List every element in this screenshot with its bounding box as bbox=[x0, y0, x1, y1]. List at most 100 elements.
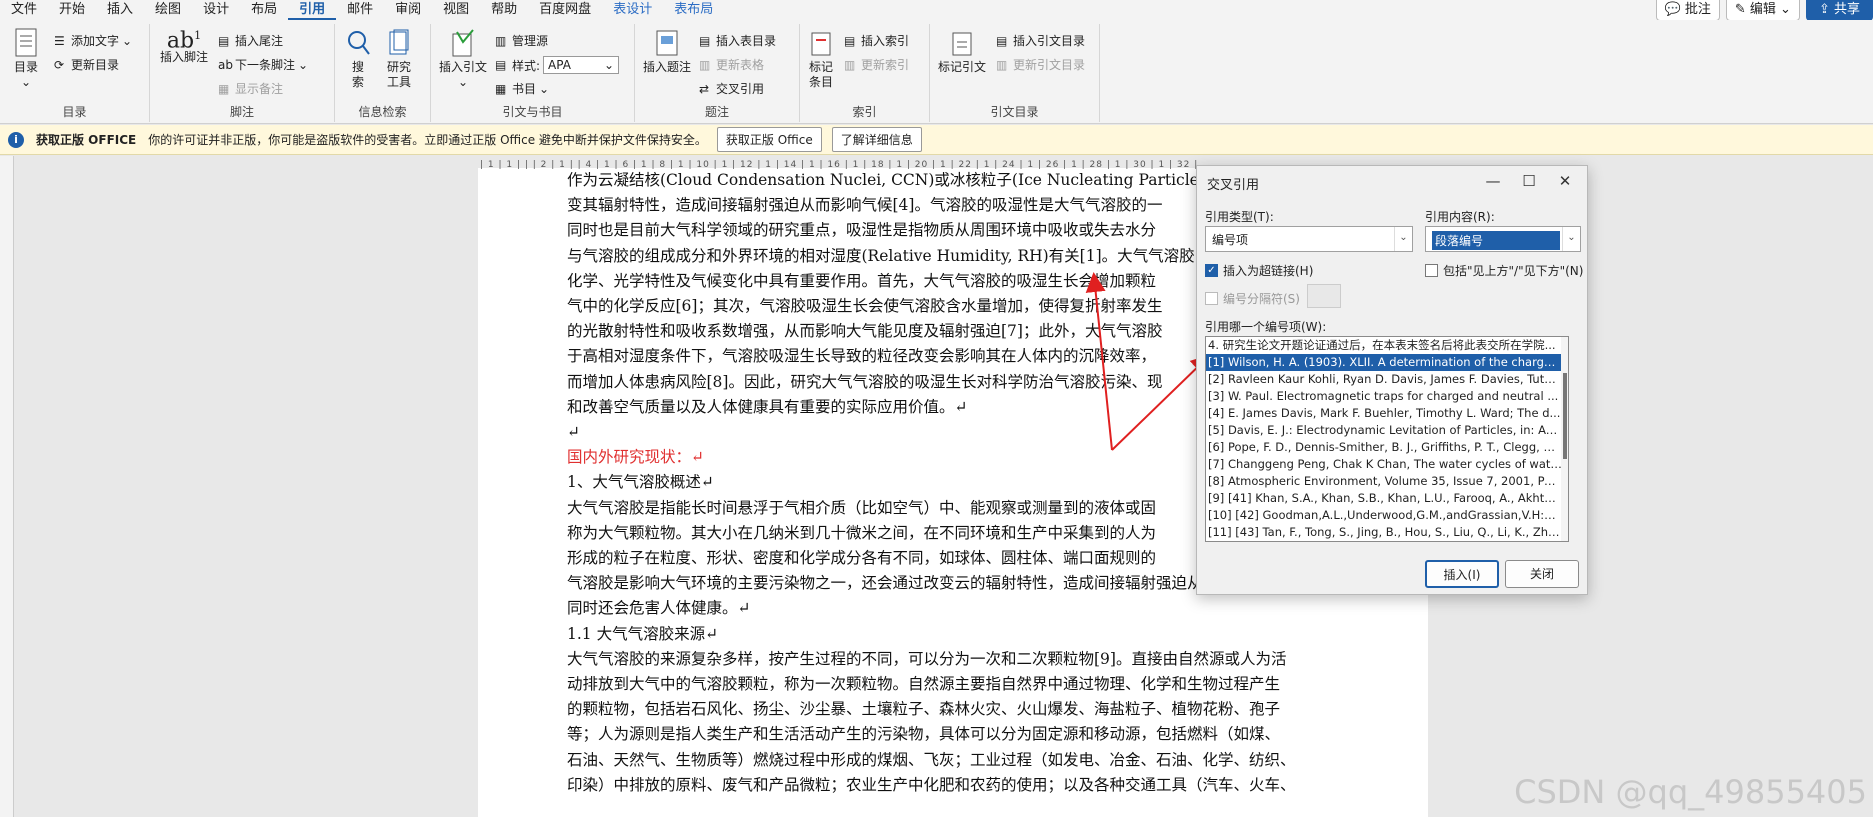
update-table-icon: ▥ bbox=[699, 57, 711, 72]
menu-right-actions: 💬 批注 ✎ 编辑 ⌄ ⇪ 共享 bbox=[1655, 0, 1873, 21]
menu-review[interactable]: 审阅 bbox=[384, 0, 432, 20]
list-item[interactable]: [11] [43] Tan, F., Tong, S., Jing, B., H… bbox=[1206, 524, 1562, 541]
minimize-icon[interactable]: — bbox=[1479, 170, 1507, 192]
menu-draw[interactable]: 绘图 bbox=[144, 0, 192, 20]
list-item[interactable]: [4] E. James Davis, Mark F. Buehler, Tim… bbox=[1206, 405, 1562, 422]
insert-caption-icon bbox=[656, 30, 678, 56]
insert-endnote-button[interactable]: ▤ 插入尾注 bbox=[218, 32, 283, 49]
learn-more-button[interactable]: 了解详细信息 bbox=[831, 127, 922, 152]
list-item-selected[interactable]: [1] Wilson, H. A. (1903). XLII. A determ… bbox=[1206, 354, 1562, 371]
toc-button[interactable]: 目录 ⌄ bbox=[8, 28, 44, 90]
add-text-button[interactable]: ☰ 添加文字 ⌄ bbox=[54, 32, 132, 49]
manage-sources-button[interactable]: ▥ 管理源 bbox=[495, 32, 548, 49]
menu-view[interactable]: 视图 bbox=[432, 0, 480, 20]
chevron-down-icon: ⌄ bbox=[1562, 227, 1580, 251]
menu-table-layout[interactable]: 表布局 bbox=[663, 0, 724, 20]
menu-mailings[interactable]: 邮件 bbox=[336, 0, 384, 20]
update-toa-button[interactable]: ▥ 更新引文目录 bbox=[996, 56, 1085, 73]
list-item[interactable]: [8] Atmospheric Environment, Volume 35, … bbox=[1206, 473, 1562, 490]
menu-baidu-netdisk[interactable]: 百度网盘 bbox=[528, 0, 602, 20]
search-icon bbox=[348, 31, 370, 55]
mark-citation-label: 标记引文 bbox=[937, 60, 986, 74]
researcher-button[interactable]: 研究工具 bbox=[379, 28, 419, 90]
insert-index-button[interactable]: ▤ 插入索引 bbox=[844, 32, 909, 49]
doc-line: 1.1 大气气溶胶来源↵ bbox=[567, 624, 719, 643]
list-item[interactable]: [5] Davis, E. J.: Electrodynamic Levitat… bbox=[1206, 422, 1562, 439]
close-icon[interactable]: ✕ bbox=[1551, 170, 1579, 192]
menu-references[interactable]: 引用 bbox=[288, 0, 337, 20]
menu-file[interactable]: 文件 bbox=[0, 0, 48, 20]
refresh-icon: ⟳ bbox=[54, 57, 65, 72]
menu-table-design[interactable]: 表设计 bbox=[602, 0, 663, 20]
group-toc: 目录 ⌄ ☰ 添加文字 ⌄ ⟳ 更新目录 目录 bbox=[0, 24, 150, 122]
doc-line: 石油、天然气、生物质等）燃烧过程中形成的煤烟、飞灰；工业过程（如发电、冶金、石油… bbox=[567, 750, 1296, 769]
mark-entry-button[interactable]: 标记条目 bbox=[804, 28, 838, 90]
update-table-label: 更新表格 bbox=[716, 58, 765, 72]
next-footnote-button[interactable]: ab 下一条脚注 ⌄ bbox=[218, 56, 308, 73]
cross-reference-icon: ⇄ bbox=[699, 81, 710, 96]
insert-caption-button[interactable]: 插入题注 bbox=[641, 28, 693, 75]
insert-citation-button[interactable]: 插入引文 ⌄ bbox=[437, 28, 489, 90]
ref-content-label: 引用内容(R): bbox=[1425, 210, 1495, 224]
list-scrollbar[interactable] bbox=[1561, 337, 1568, 541]
list-item[interactable]: [7] Changgeng Peng, Chak K Chan, The wat… bbox=[1206, 456, 1562, 473]
list-item[interactable]: [3] W. Paul. Electromagnetic traps for c… bbox=[1206, 388, 1562, 405]
search-button[interactable]: 搜索 bbox=[341, 28, 375, 90]
insert-footnote-button[interactable]: ab1 插入脚注 bbox=[158, 28, 210, 65]
bibliography-button[interactable]: ▦ 书目 ⌄ bbox=[495, 80, 549, 97]
editing-label: 编辑 bbox=[1749, 2, 1776, 17]
group-label-authorities: 引文目录 bbox=[990, 105, 1039, 119]
update-toc-button[interactable]: ⟳ 更新目录 bbox=[54, 56, 119, 73]
separate-numbers-checkbox[interactable]: 编号分隔符(S) bbox=[1205, 290, 1300, 307]
mark-citation-button[interactable]: 标记引文 bbox=[936, 28, 988, 75]
style-value: APA bbox=[548, 58, 571, 72]
editing-button[interactable]: ✎ 编辑 ⌄ bbox=[1725, 0, 1800, 21]
doc-line: 的颗粒物，包括岩石风化、扬尘、沙尘暴、土壤粒子、森林火灾、火山爆发、海盐粒子、植… bbox=[567, 700, 1281, 719]
menu-layout[interactable]: 布局 bbox=[240, 0, 288, 20]
add-text-icon: ☰ bbox=[54, 33, 65, 48]
doc-line: 大气气溶胶的来源复杂多样，按产生过程的不同，可以分为一次和二次颗粒物[9]。直接… bbox=[567, 649, 1287, 668]
chevron-down-icon: ⌄ bbox=[20, 75, 32, 89]
group-footnotes: ab1 插入脚注 ▤ 插入尾注 ab 下一条脚注 ⌄ ▦ 显示备注 脚注 bbox=[150, 24, 335, 122]
update-index-icon: ▥ bbox=[844, 57, 856, 72]
cross-reference-button[interactable]: ⇄ 交叉引用 bbox=[699, 80, 764, 97]
menu-insert[interactable]: 插入 bbox=[96, 0, 144, 20]
license-warning-bar: i 获取正版 OFFICE 你的许可证并非正版，你可能是盗版软件的受害者。立即通… bbox=[0, 125, 1873, 155]
ref-content-dropdown[interactable]: 段落编号 ⌄ bbox=[1425, 226, 1581, 252]
list-item[interactable]: [10] [42] Goodman,A.L.,Underwood,G.M.,an… bbox=[1206, 507, 1562, 524]
insert-hyperlink-checkbox[interactable]: ✓ 插入为超链接(H) bbox=[1205, 262, 1313, 279]
share-button[interactable]: ⇪ 共享 bbox=[1805, 0, 1873, 21]
mark-entry-label: 标记条目 bbox=[808, 60, 833, 89]
get-genuine-office-button[interactable]: 获取正版 Office bbox=[716, 127, 822, 152]
menu-home[interactable]: 开始 bbox=[48, 0, 96, 20]
separator-input[interactable] bbox=[1307, 284, 1341, 308]
insert-table-of-figures-button[interactable]: ▤ 插入表目录 bbox=[699, 32, 776, 49]
list-item[interactable]: [2] Ravleen Kaur Kohli, Ryan D. Davis, J… bbox=[1206, 371, 1562, 388]
numbered-items-list[interactable]: 4. 研究生论文开题论证通过后，在本表末签名后将此表交所在学院... [1] W… bbox=[1205, 336, 1569, 542]
insert-button[interactable]: 插入(I) bbox=[1425, 560, 1499, 588]
insert-toa-button[interactable]: ▤ 插入引文目录 bbox=[996, 32, 1085, 49]
scrollbar-thumb[interactable] bbox=[1563, 373, 1567, 459]
menu-design[interactable]: 设计 bbox=[192, 0, 240, 20]
list-item[interactable]: [6] Pope, F. D., Dennis-Smither, B. J., … bbox=[1206, 439, 1562, 456]
update-index-button[interactable]: ▥ 更新索引 bbox=[844, 56, 909, 73]
update-toa-label: 更新引文目录 bbox=[1013, 58, 1086, 72]
vertical-ruler bbox=[0, 156, 14, 817]
include-above-below-checkbox[interactable]: 包括"见上方"/"见下方"(N) bbox=[1425, 262, 1583, 279]
menu-help[interactable]: 帮助 bbox=[480, 0, 528, 20]
insert-toa-icon: ▤ bbox=[996, 33, 1008, 48]
comments-button[interactable]: 💬 批注 bbox=[1655, 0, 1720, 21]
list-item[interactable]: [9] [41] Khan, S.A., Khan, S.B., Khan, L… bbox=[1206, 490, 1562, 507]
show-notes-icon: ▦ bbox=[218, 81, 230, 96]
which-item-label: 引用哪一个编号项(W): bbox=[1205, 320, 1327, 334]
list-item[interactable]: 4. 研究生论文开题论证通过后，在本表末签名后将此表交所在学院... bbox=[1206, 337, 1562, 354]
update-table-button[interactable]: ▥ 更新表格 bbox=[699, 56, 764, 73]
watermark: CSDN @qq_49855405 bbox=[1514, 773, 1867, 811]
show-notes-button[interactable]: ▦ 显示备注 bbox=[218, 80, 283, 97]
close-button[interactable]: 关闭 bbox=[1505, 560, 1579, 588]
next-footnote-label: 下一条脚注 bbox=[235, 58, 296, 72]
maximize-icon[interactable]: ☐ bbox=[1515, 170, 1543, 192]
style-dropdown[interactable]: APA ⌄ bbox=[543, 56, 620, 74]
ref-type-dropdown[interactable]: 编号项 ⌄ bbox=[1205, 226, 1413, 252]
doc-line: 同时还会危害人体健康。↵ bbox=[567, 599, 751, 618]
